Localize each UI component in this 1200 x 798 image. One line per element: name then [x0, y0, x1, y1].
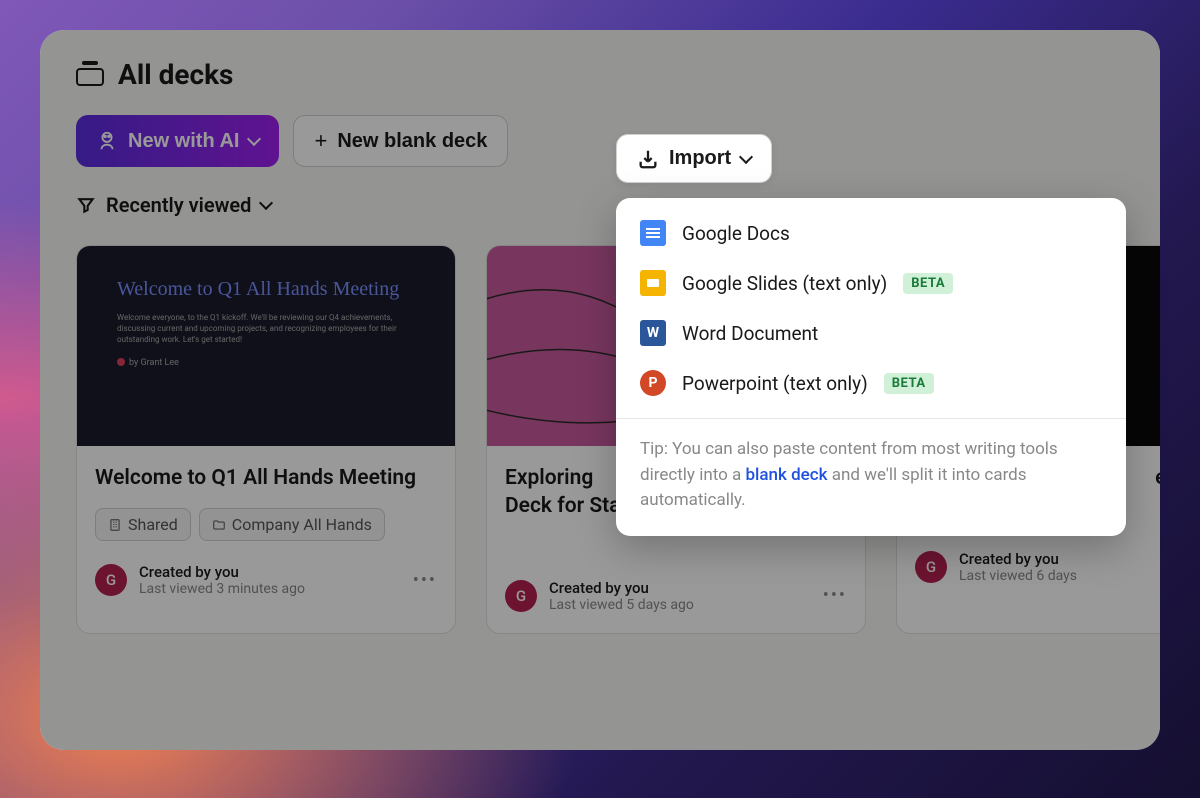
- import-option-label: Google Slides (text only): [682, 272, 887, 295]
- beta-badge: BETA: [903, 273, 953, 294]
- import-popover: Google Docs Google Slides (text only) BE…: [616, 198, 1126, 536]
- chevron-down-icon: [739, 149, 753, 163]
- word-icon: W: [640, 320, 666, 346]
- import-tip-text: Tip: You can also paste content from mos…: [616, 418, 1126, 536]
- import-option-label: Google Docs: [682, 222, 790, 245]
- import-option-google-docs[interactable]: Google Docs: [616, 208, 1126, 258]
- powerpoint-icon: P: [640, 370, 666, 396]
- blank-deck-link[interactable]: blank deck: [746, 465, 828, 485]
- import-option-google-slides[interactable]: Google Slides (text only) BETA: [616, 258, 1126, 308]
- google-docs-icon: [640, 220, 666, 246]
- import-options-list: Google Docs Google Slides (text only) BE…: [616, 198, 1126, 418]
- import-label: Import: [669, 147, 731, 170]
- google-slides-icon: [640, 270, 666, 296]
- beta-badge: BETA: [884, 373, 934, 394]
- import-option-word[interactable]: W Word Document: [616, 308, 1126, 358]
- import-option-label: Powerpoint (text only): [682, 372, 868, 395]
- import-option-label: Word Document: [682, 322, 818, 345]
- import-dropdown-group: Import Google Docs Google Slides (text o…: [616, 134, 772, 183]
- import-button[interactable]: Import: [616, 134, 772, 183]
- download-icon: [637, 148, 659, 170]
- import-option-powerpoint[interactable]: P Powerpoint (text only) BETA: [616, 358, 1126, 408]
